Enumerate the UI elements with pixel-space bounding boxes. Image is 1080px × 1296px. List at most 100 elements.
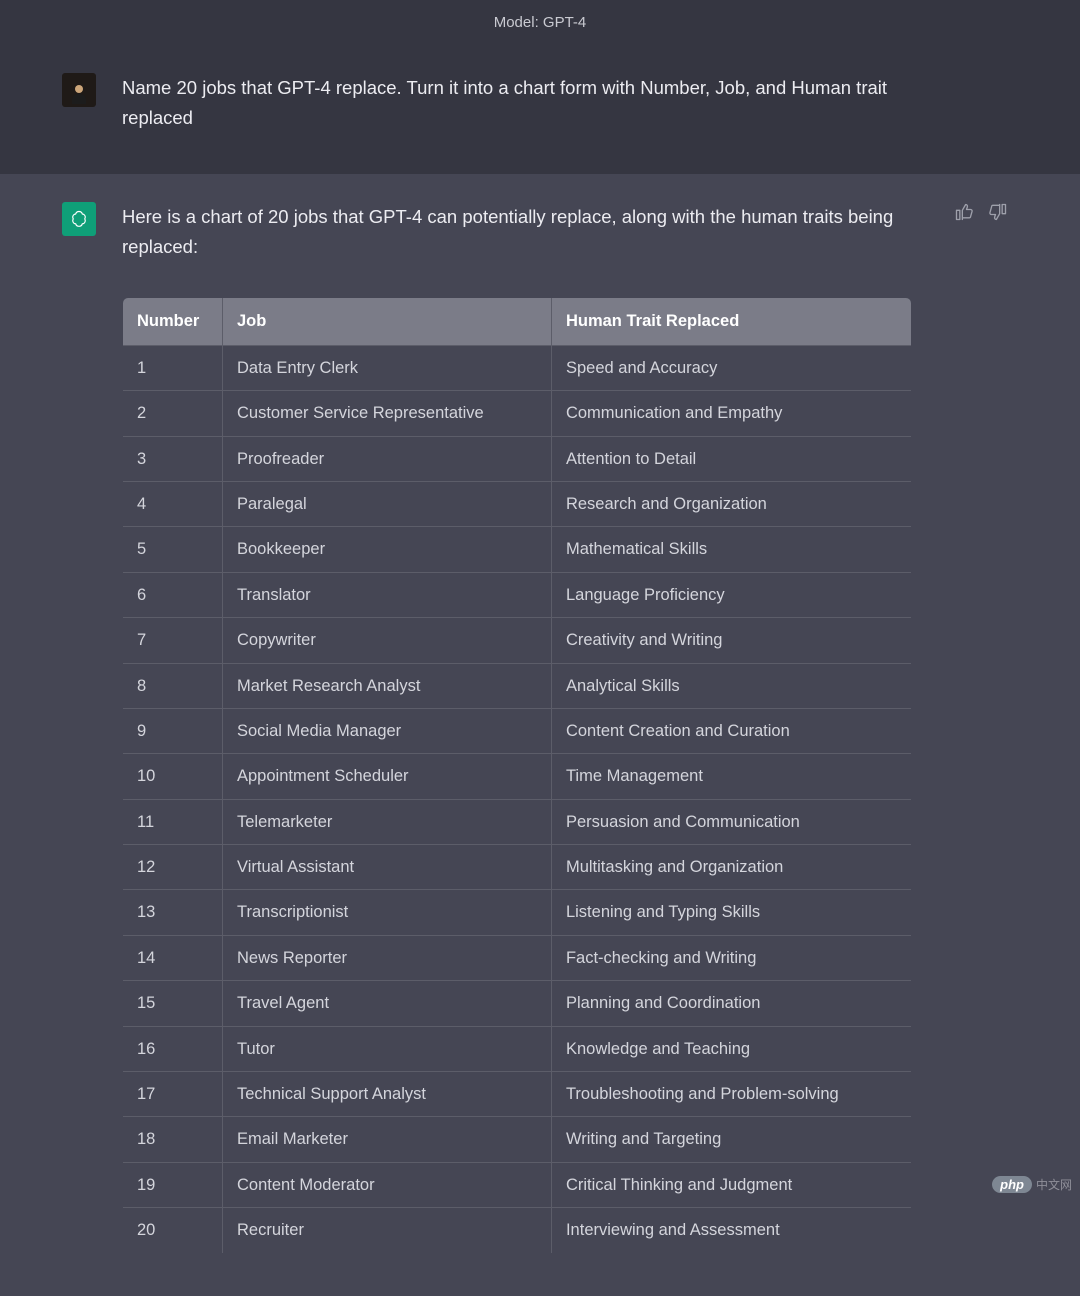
col-job: Job [223,298,552,345]
table-header-row: Number Job Human Trait Replaced [123,298,912,345]
table-row: 15Travel AgentPlanning and Coordination [123,981,912,1026]
assistant-intro-text: Here is a chart of 20 jobs that GPT-4 ca… [122,206,893,257]
cell-trait: Speed and Accuracy [551,345,911,390]
cell-job: News Reporter [223,935,552,980]
cell-job: Technical Support Analyst [223,1072,552,1117]
jobs-table: Number Job Human Trait Replaced 1Data En… [122,297,912,1253]
feedback-actions [954,202,1008,227]
cell-trait: Multitasking and Organization [551,845,911,890]
table-row: 16TutorKnowledge and Teaching [123,1026,912,1071]
cell-job: Translator [223,572,552,617]
cell-trait: Content Creation and Curation [551,708,911,753]
cell-trait: Knowledge and Teaching [551,1026,911,1071]
cell-job: Market Research Analyst [223,663,552,708]
cell-job: Appointment Scheduler [223,754,552,799]
watermark-text: 中文网 [1036,1176,1072,1193]
cell-number: 5 [123,527,223,572]
cell-job: Bookkeeper [223,527,552,572]
table-row: 18Email MarketerWriting and Targeting [123,1117,912,1162]
user-message-block: Name 20 jobs that GPT-4 replace. Turn it… [0,45,1080,174]
cell-number: 18 [123,1117,223,1162]
cell-trait: Planning and Coordination [551,981,911,1026]
table-row: 7CopywriterCreativity and Writing [123,618,912,663]
cell-number: 3 [123,436,223,481]
cell-job: Social Media Manager [223,708,552,753]
cell-trait: Troubleshooting and Problem-solving [551,1072,911,1117]
col-number: Number [123,298,223,345]
cell-job: Recruiter [223,1208,552,1253]
user-avatar [62,73,96,107]
table-row: 1Data Entry ClerkSpeed and Accuracy [123,345,912,390]
cell-trait: Mathematical Skills [551,527,911,572]
cell-trait: Interviewing and Assessment [551,1208,911,1253]
table-row: 12Virtual AssistantMultitasking and Orga… [123,845,912,890]
openai-icon [69,209,89,229]
col-trait: Human Trait Replaced [551,298,911,345]
cell-trait: Language Proficiency [551,572,911,617]
table-row: 6TranslatorLanguage Proficiency [123,572,912,617]
cell-job: Telemarketer [223,799,552,844]
cell-job: Copywriter [223,618,552,663]
cell-number: 2 [123,391,223,436]
cell-trait: Creativity and Writing [551,618,911,663]
table-row: 10Appointment SchedulerTime Management [123,754,912,799]
user-message-text: Name 20 jobs that GPT-4 replace. Turn it… [122,73,912,132]
cell-job: Tutor [223,1026,552,1071]
table-row: 11TelemarketerPersuasion and Communicati… [123,799,912,844]
cell-job: Proofreader [223,436,552,481]
cell-number: 7 [123,618,223,663]
thumbs-up-icon [954,202,974,222]
cell-number: 15 [123,981,223,1026]
model-bar: Model: GPT-4 [0,0,1080,45]
thumbs-down-icon [988,202,1008,222]
cell-trait: Communication and Empathy [551,391,911,436]
cell-number: 19 [123,1162,223,1207]
table-row: 4ParalegalResearch and Organization [123,481,912,526]
assistant-message-content: Here is a chart of 20 jobs that GPT-4 ca… [122,202,912,1253]
watermark: php 中文网 [992,1176,1072,1193]
cell-number: 12 [123,845,223,890]
cell-trait: Persuasion and Communication [551,799,911,844]
cell-number: 6 [123,572,223,617]
cell-trait: Research and Organization [551,481,911,526]
cell-trait: Time Management [551,754,911,799]
cell-trait: Fact-checking and Writing [551,935,911,980]
table-row: 9Social Media ManagerContent Creation an… [123,708,912,753]
table-row: 20RecruiterInterviewing and Assessment [123,1208,912,1253]
cell-trait: Listening and Typing Skills [551,890,911,935]
cell-number: 1 [123,345,223,390]
cell-job: Travel Agent [223,981,552,1026]
cell-job: Paralegal [223,481,552,526]
thumbs-up-button[interactable] [954,202,974,227]
table-row: 17Technical Support AnalystTroubleshooti… [123,1072,912,1117]
assistant-message-block: Here is a chart of 20 jobs that GPT-4 ca… [0,174,1080,1295]
cell-job: Content Moderator [223,1162,552,1207]
cell-number: 8 [123,663,223,708]
cell-number: 10 [123,754,223,799]
table-row: 8Market Research AnalystAnalytical Skill… [123,663,912,708]
cell-number: 14 [123,935,223,980]
table-row: 2Customer Service RepresentativeCommunic… [123,391,912,436]
table-row: 13TranscriptionistListening and Typing S… [123,890,912,935]
watermark-badge: php [992,1176,1032,1193]
cell-number: 11 [123,799,223,844]
table-row: 19Content ModeratorCritical Thinking and… [123,1162,912,1207]
cell-job: Customer Service Representative [223,391,552,436]
cell-number: 16 [123,1026,223,1071]
cell-number: 20 [123,1208,223,1253]
cell-number: 17 [123,1072,223,1117]
cell-job: Data Entry Clerk [223,345,552,390]
cell-trait: Analytical Skills [551,663,911,708]
thumbs-down-button[interactable] [988,202,1008,227]
cell-job: Email Marketer [223,1117,552,1162]
table-row: 5BookkeeperMathematical Skills [123,527,912,572]
cell-job: Transcriptionist [223,890,552,935]
cell-number: 4 [123,481,223,526]
cell-number: 13 [123,890,223,935]
cell-job: Virtual Assistant [223,845,552,890]
model-label: Model: GPT-4 [494,14,587,31]
assistant-avatar [62,202,96,236]
cell-trait: Writing and Targeting [551,1117,911,1162]
cell-trait: Attention to Detail [551,436,911,481]
cell-trait: Critical Thinking and Judgment [551,1162,911,1207]
